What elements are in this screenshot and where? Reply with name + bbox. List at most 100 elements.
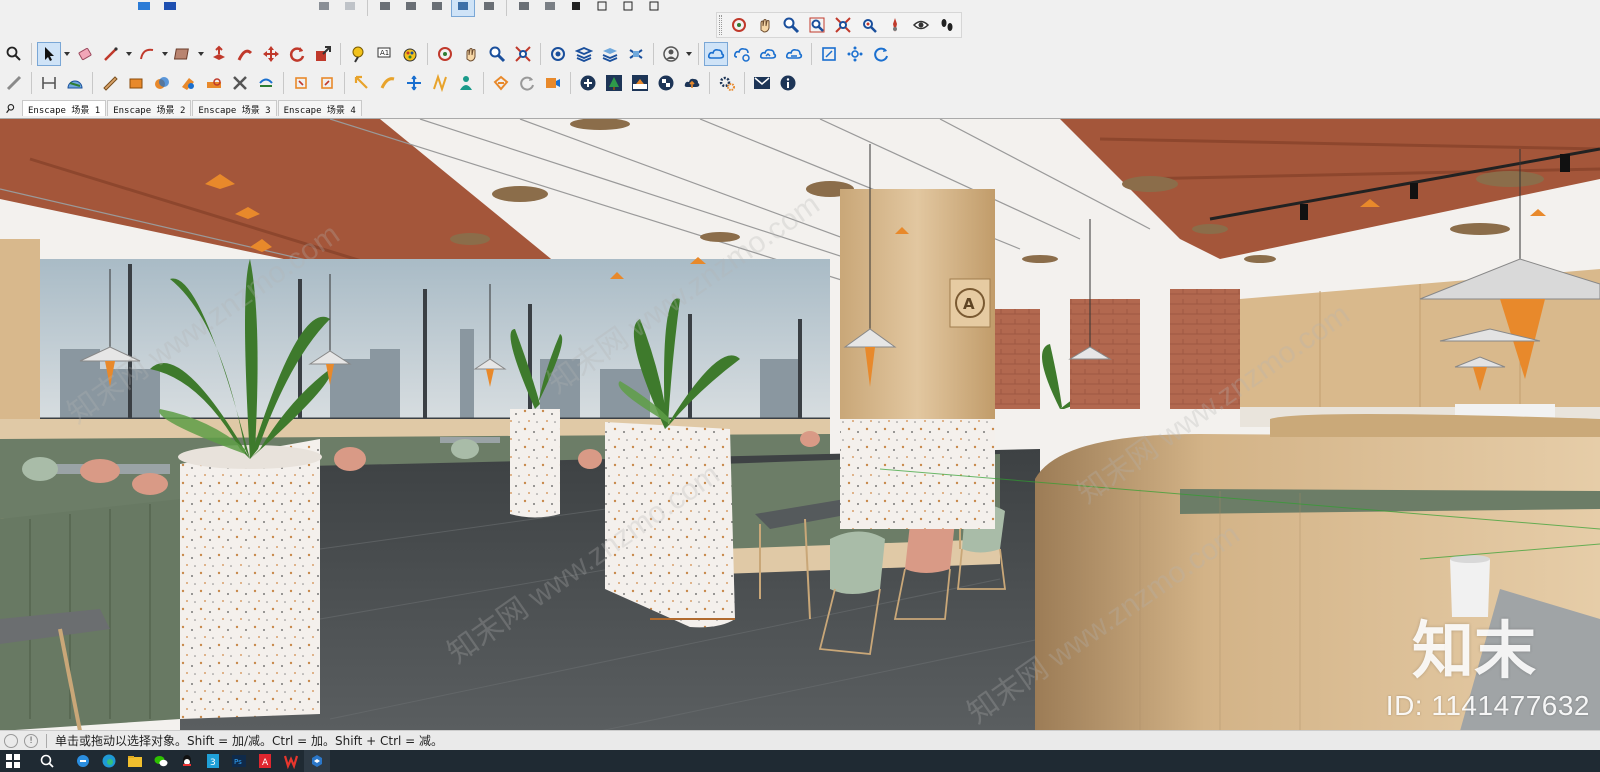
zoom-extents-icon[interactable] bbox=[511, 42, 535, 66]
top-toolbar-icon[interactable] bbox=[312, 0, 336, 17]
tree-icon[interactable] bbox=[602, 71, 626, 95]
top-toolbar-icon[interactable] bbox=[616, 0, 640, 17]
split-icon[interactable] bbox=[254, 71, 278, 95]
footprints-icon[interactable] bbox=[935, 13, 959, 37]
follow-me-icon[interactable] bbox=[233, 42, 257, 66]
scene-tab-2[interactable]: Enscape 场景 2 bbox=[107, 100, 192, 116]
offset-icon[interactable] bbox=[98, 71, 122, 95]
zoom-window-icon[interactable] bbox=[805, 13, 829, 37]
subtract-icon[interactable] bbox=[202, 71, 226, 95]
protractor-icon[interactable] bbox=[63, 71, 87, 95]
account-icon[interactable] bbox=[659, 42, 683, 66]
enscape-sync-icon[interactable] bbox=[515, 71, 539, 95]
styles-icon[interactable] bbox=[598, 42, 622, 66]
top-toolbar-icon[interactable] bbox=[538, 0, 562, 17]
person-icon[interactable] bbox=[454, 71, 478, 95]
dimension-icon[interactable] bbox=[37, 71, 61, 95]
push-pull-icon[interactable] bbox=[207, 42, 231, 66]
tape-icon[interactable] bbox=[346, 42, 370, 66]
shadows-icon[interactable] bbox=[624, 42, 648, 66]
settings-gear-icon[interactable] bbox=[715, 71, 739, 95]
rotate-icon[interactable] bbox=[285, 42, 309, 66]
settings-icon[interactable] bbox=[843, 42, 867, 66]
orbit-icon[interactable] bbox=[727, 13, 751, 37]
top-toolbar-icon[interactable] bbox=[338, 0, 362, 17]
search-icon[interactable] bbox=[2, 42, 26, 66]
mail-icon[interactable] bbox=[750, 71, 774, 95]
checker-icon[interactable] bbox=[654, 71, 678, 95]
layers-icon[interactable] bbox=[572, 42, 596, 66]
pan-icon[interactable] bbox=[459, 42, 483, 66]
search-icon[interactable] bbox=[0, 100, 22, 116]
ruler-icon[interactable] bbox=[428, 71, 452, 95]
rectangle-icon[interactable] bbox=[171, 42, 195, 66]
toolbar-grip[interactable] bbox=[719, 15, 722, 35]
scale-tool-icon[interactable] bbox=[402, 71, 426, 95]
ie-icon[interactable] bbox=[70, 750, 96, 772]
add-icon[interactable] bbox=[576, 71, 600, 95]
sketchup-icon[interactable] bbox=[304, 750, 330, 772]
wechat-icon[interactable] bbox=[148, 750, 174, 772]
zoom-icon[interactable] bbox=[485, 42, 509, 66]
union-icon[interactable] bbox=[176, 71, 200, 95]
top-toolbar-icon[interactable] bbox=[590, 0, 614, 17]
component-icon[interactable] bbox=[546, 42, 570, 66]
account-dropdown[interactable] bbox=[685, 42, 693, 66]
move-icon[interactable] bbox=[259, 42, 283, 66]
pencil-icon[interactable] bbox=[2, 71, 26, 95]
cloud-icon[interactable] bbox=[704, 42, 728, 66]
upload-icon[interactable] bbox=[680, 71, 704, 95]
wps-icon[interactable] bbox=[278, 750, 304, 772]
arrow-icon[interactable] bbox=[350, 71, 374, 95]
scene-tab-1[interactable]: Enscape 场景 1 bbox=[22, 100, 107, 116]
top-toolbar-icon[interactable] bbox=[451, 0, 475, 17]
sketchup-3-icon[interactable]: 3 bbox=[200, 750, 226, 772]
pan-icon[interactable] bbox=[753, 13, 777, 37]
top-toolbar-icon[interactable] bbox=[158, 0, 182, 17]
look-around-icon[interactable] bbox=[909, 13, 933, 37]
enscape-start-icon[interactable] bbox=[489, 71, 513, 95]
top-toolbar-icon[interactable] bbox=[399, 0, 423, 17]
move-tool-icon[interactable] bbox=[376, 71, 400, 95]
photoshop-icon[interactable]: Ps bbox=[226, 750, 252, 772]
edge-icon[interactable] bbox=[96, 750, 122, 772]
orbit-icon[interactable] bbox=[433, 42, 457, 66]
geo-location-icon[interactable] bbox=[4, 733, 18, 748]
arc-dropdown[interactable] bbox=[161, 42, 169, 66]
top-toolbar-icon[interactable] bbox=[564, 0, 588, 17]
scene-tab-4[interactable]: Enscape 场景 4 bbox=[277, 100, 362, 116]
select-dropdown[interactable] bbox=[63, 42, 71, 66]
scene-tab-3[interactable]: Enscape 场景 3 bbox=[192, 100, 277, 116]
frame-icon[interactable] bbox=[817, 42, 841, 66]
top-toolbar-icon[interactable] bbox=[642, 0, 666, 17]
text-icon[interactable]: A1 bbox=[372, 42, 396, 66]
line-icon[interactable] bbox=[99, 42, 123, 66]
walk-icon[interactable] bbox=[883, 13, 907, 37]
top-toolbar-icon[interactable] bbox=[425, 0, 449, 17]
outer-shell-icon[interactable] bbox=[150, 71, 174, 95]
eraser-icon[interactable] bbox=[73, 42, 97, 66]
refresh-icon[interactable] bbox=[869, 42, 893, 66]
windows-icon[interactable] bbox=[0, 750, 26, 772]
zoom-extents-icon[interactable] bbox=[831, 13, 855, 37]
top-toolbar-icon[interactable] bbox=[512, 0, 536, 17]
rectangle-dropdown[interactable] bbox=[197, 42, 205, 66]
folder-icon[interactable] bbox=[122, 750, 148, 772]
info-status-icon[interactable]: ! bbox=[24, 733, 38, 748]
select-icon[interactable] bbox=[37, 42, 61, 66]
material-icon[interactable] bbox=[628, 71, 652, 95]
qq-icon[interactable] bbox=[174, 750, 200, 772]
acrobat-icon[interactable]: A bbox=[252, 750, 278, 772]
top-toolbar-icon[interactable] bbox=[132, 0, 156, 17]
info-icon[interactable] bbox=[776, 71, 800, 95]
section-plane-icon[interactable] bbox=[289, 71, 313, 95]
section-cut-icon[interactable] bbox=[315, 71, 339, 95]
cloud-sync-icon[interactable] bbox=[730, 42, 754, 66]
enscape-video-icon[interactable] bbox=[541, 71, 565, 95]
arc-icon[interactable] bbox=[135, 42, 159, 66]
paint-icon[interactable] bbox=[398, 42, 422, 66]
cloud-upload-icon[interactable] bbox=[756, 42, 780, 66]
search-icon[interactable] bbox=[34, 750, 60, 772]
scale-icon[interactable] bbox=[311, 42, 335, 66]
3d-viewport[interactable]: A 知末网 www.znzmo.com 知末网 www.znzmo.com 知末… bbox=[0, 118, 1600, 730]
